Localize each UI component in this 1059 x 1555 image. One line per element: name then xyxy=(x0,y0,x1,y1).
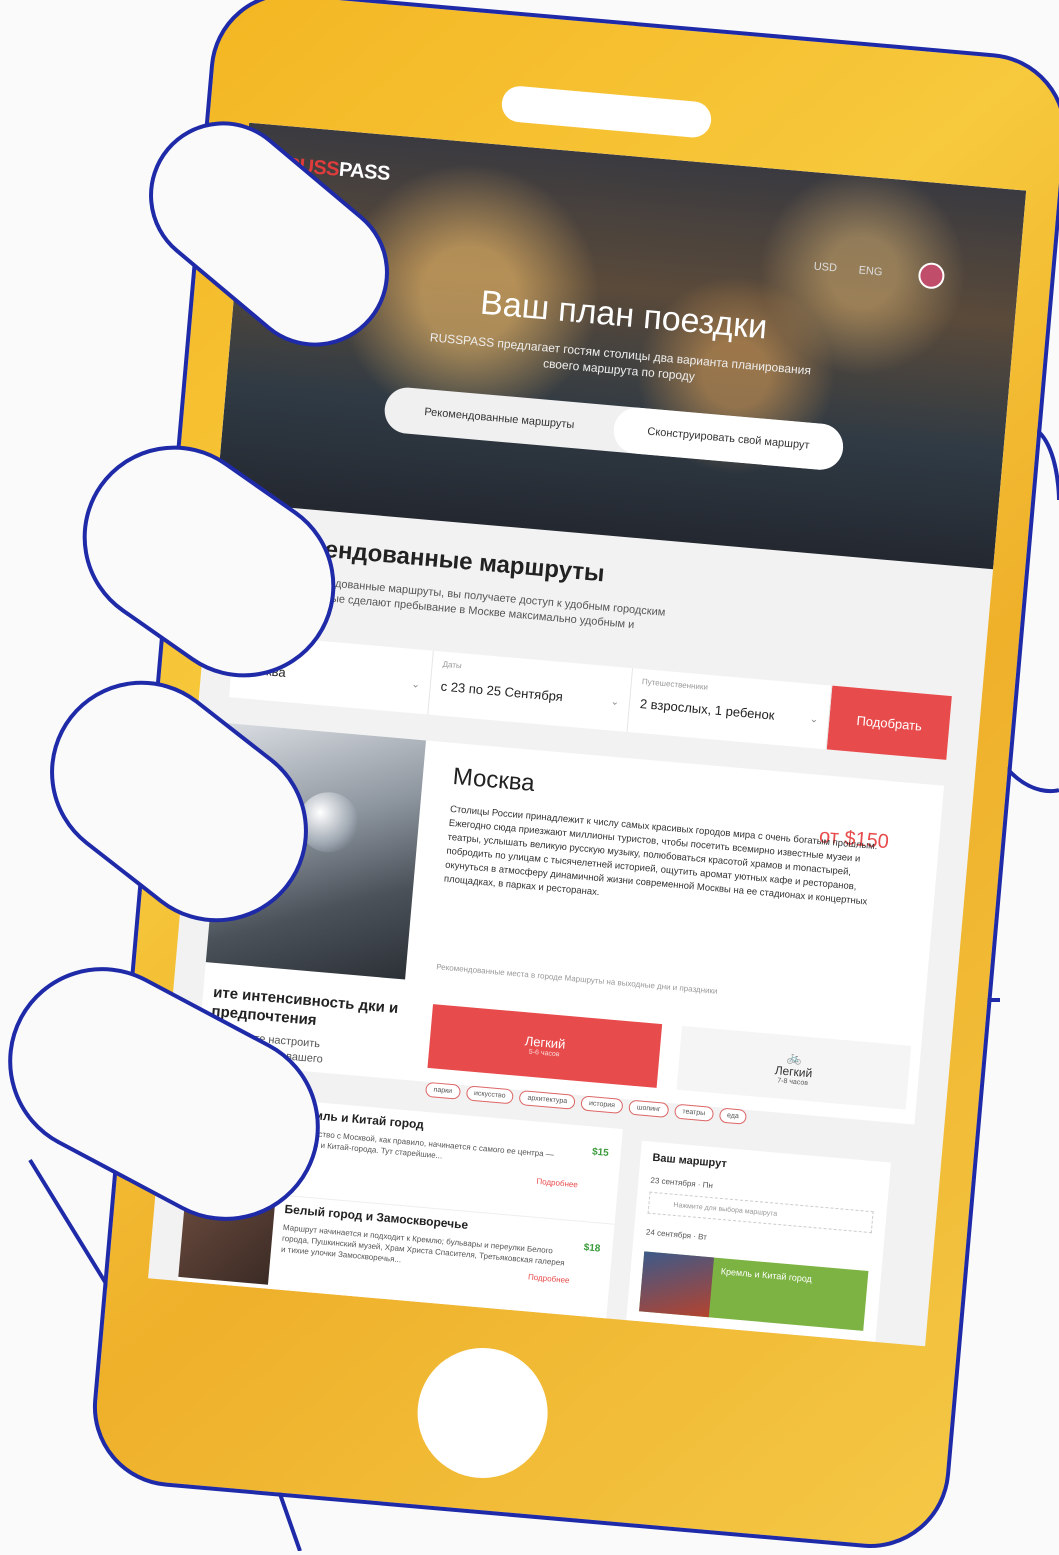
guests-select[interactable]: Путешественники 2 взрослых, 1 ребенок ⌄ xyxy=(627,668,833,750)
chip[interactable]: архитектура xyxy=(518,1090,576,1110)
plan-switcher: Рекомендованные маршруты Сконструировать… xyxy=(382,385,846,472)
language-select[interactable]: ENG xyxy=(858,264,883,278)
pace-active-sub: 5-6 часов xyxy=(528,1048,560,1059)
tab-recommended[interactable]: Рекомендованные маршруты xyxy=(383,386,616,452)
chip[interactable]: история xyxy=(580,1095,624,1114)
currency-select[interactable]: USD xyxy=(813,260,837,274)
pace-light-button[interactable]: Легкий 5-6 часов xyxy=(427,1004,663,1088)
selected-route[interactable]: Кремль и Китай город xyxy=(639,1251,869,1331)
hero-banner: RUSSPASS USD ENG Ваш план поездки RUSSPA… xyxy=(216,122,1027,570)
selected-route-title: Кремль и Китай город xyxy=(720,1266,813,1285)
your-route-panel: Ваш маршрут 23 сентября · Пн Нажмите для… xyxy=(626,1140,891,1342)
route-price: $18 xyxy=(583,1242,601,1255)
home-button[interactable] xyxy=(412,1342,554,1484)
chevron-down-icon: ⌄ xyxy=(610,696,620,709)
route-more-link[interactable]: Подробнее xyxy=(536,1177,578,1190)
city-card: Москва от $150 Столицы России принадлежи… xyxy=(197,723,945,1125)
chevron-down-icon: ⌄ xyxy=(809,713,819,726)
day-label: 24 сентября · Вт xyxy=(645,1227,708,1242)
submit-button[interactable]: Подобрать xyxy=(826,685,952,760)
logo-part-2: PASS xyxy=(338,158,391,186)
city-description: Столицы России принадлежит к числу самых… xyxy=(443,803,878,908)
kremlin-thumb xyxy=(639,1251,715,1318)
route-desc: Маршрут начинается и подходит к Кремлю; … xyxy=(280,1222,565,1268)
dates-value: с 23 по 25 Сентября xyxy=(440,678,564,705)
chevron-down-icon: ⌄ xyxy=(410,679,421,691)
route-desc: Знакомство с Москвой, как правило, начин… xyxy=(290,1127,555,1161)
pace-bike-button[interactable]: 🚲 Легкий 7-8 часов xyxy=(676,1025,912,1110)
bicycle-icon: 🚲 xyxy=(786,1049,803,1065)
city-links[interactable]: Рекомендованные места в городе Маршруты … xyxy=(436,962,875,1009)
guests-value: 2 взрослых, 1 ребенок xyxy=(639,696,776,723)
your-route-title: Ваш маршрут xyxy=(651,1151,728,1171)
pace-idle-sub: 7-8 часов xyxy=(776,1076,809,1087)
route-slot[interactable]: Нажмите для выбора маршрута xyxy=(647,1191,874,1234)
tab-custom[interactable]: Сконструировать свой маршрут xyxy=(611,405,846,472)
speaker-icon xyxy=(500,84,713,139)
route-price: $15 xyxy=(591,1146,610,1159)
chip[interactable]: еда xyxy=(718,1107,748,1125)
chip[interactable]: парки xyxy=(424,1081,461,1100)
chip[interactable]: шопинг xyxy=(628,1099,670,1118)
city-title: Москва xyxy=(451,763,536,798)
avatar[interactable] xyxy=(917,261,946,290)
dates-select[interactable]: Даты с 23 по 25 Сентября ⌄ xyxy=(428,650,634,732)
chip[interactable]: театры xyxy=(673,1103,714,1122)
chip[interactable]: искусство xyxy=(465,1085,515,1105)
day-label: 23 сентября · Пн xyxy=(650,1175,714,1191)
